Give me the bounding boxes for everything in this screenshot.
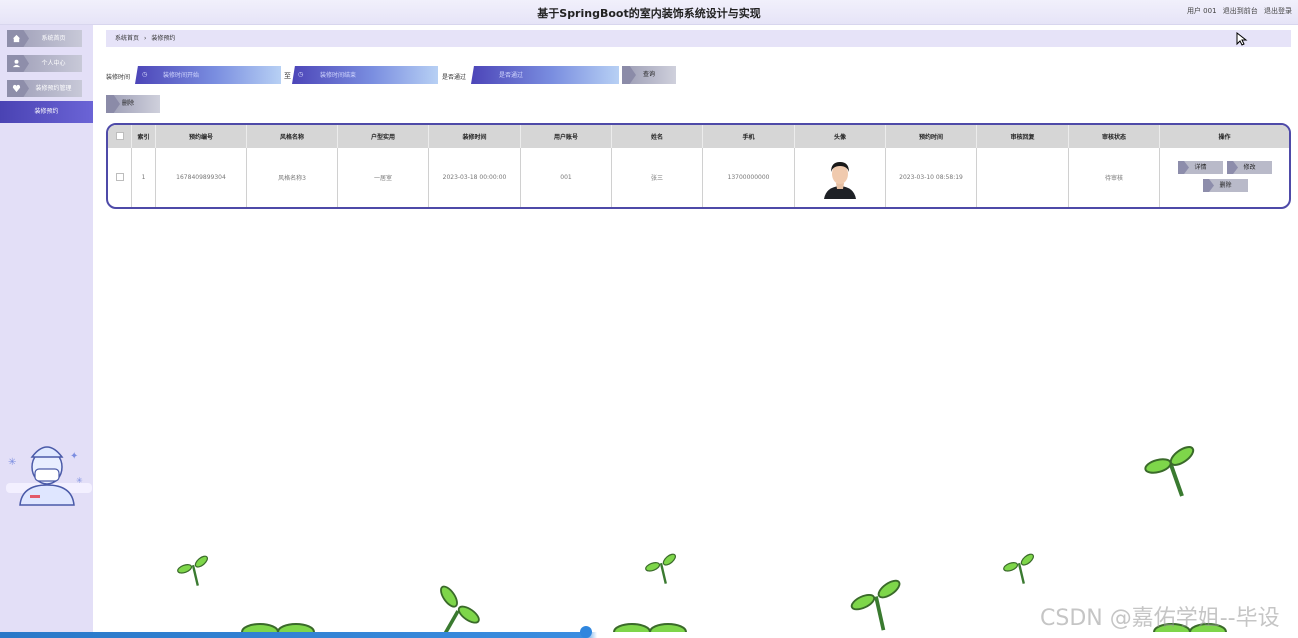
cell-style-name: 风格名称3	[246, 148, 338, 207]
app-title: 基于SpringBoot的室内装饰系统设计与实现	[537, 7, 761, 20]
user-icon	[7, 55, 29, 72]
cell-review-reply	[976, 148, 1069, 207]
row-delete-button[interactable]: 删除	[1203, 179, 1248, 192]
col-header: 手机	[702, 125, 795, 148]
clock-icon: ◷	[298, 71, 304, 78]
sidebar-item-booking[interactable]: 装修预约	[0, 101, 93, 123]
arrow-icon	[622, 66, 636, 84]
row-delete-label: 删除	[1219, 182, 1232, 189]
cell-phone: 13700000000	[702, 148, 795, 207]
cell-renovate-time: 2023-03-18 00:00:00	[428, 148, 521, 207]
edit-button[interactable]: 修改	[1227, 161, 1272, 174]
col-header: 预约时间	[885, 125, 977, 148]
table-row: 1 1678409899304 风格名称3 一居室 2023-03-18 00:…	[108, 148, 1289, 207]
col-header: 风格名称	[246, 125, 338, 148]
arrow-icon	[1178, 161, 1189, 174]
col-header: 用户账号	[520, 125, 612, 148]
date-label: 装修时间	[106, 74, 131, 81]
col-header: 索引	[131, 125, 156, 148]
propeller-decoration	[645, 553, 676, 584]
sidebar-item-label: 个人中心	[41, 60, 66, 67]
booking-table: 索引 预约编号 风格名称 户型实用 装修时间 用户账号 姓名 手机 头像 预约时…	[106, 123, 1291, 209]
cell-name: 张三	[611, 148, 703, 207]
cell-avatar	[794, 148, 886, 207]
breadcrumb: 系统首页 › 装修预约	[106, 30, 1291, 47]
sidebar-item-label: 装修预约管理	[35, 85, 72, 92]
query-button-label: 查询	[642, 71, 655, 78]
bottom-dot	[580, 626, 592, 638]
breadcrumb-home[interactable]: 系统首页	[115, 35, 139, 42]
cell-review-status: 待审核	[1068, 148, 1160, 207]
propeller-decoration	[440, 585, 480, 638]
breadcrumb-separator: ›	[144, 35, 147, 42]
sidebar-item-profile[interactable]: 个人中心	[7, 55, 82, 72]
user-label: 用户 001	[1186, 7, 1217, 15]
cell-actions: 详情 修改 删除	[1160, 148, 1290, 207]
end-date-input[interactable]	[292, 66, 438, 84]
cell-house-type: 一居室	[337, 148, 429, 207]
mouse-cursor-icon	[1236, 32, 1248, 46]
watermark: CSDN @嘉佑学姐--毕设	[1040, 606, 1280, 631]
cell-booking-time: 2023-03-10 08:58:19	[885, 148, 977, 207]
propeller-decoration	[177, 555, 208, 586]
col-header: 审核状态	[1068, 125, 1160, 148]
propeller-decoration	[850, 579, 901, 631]
top-bar: 基于SpringBoot的室内装饰系统设计与实现 用户 001 退出到前台 退出…	[0, 0, 1298, 25]
home-icon	[7, 30, 29, 47]
avatar	[818, 154, 862, 199]
sidebar-item-home[interactable]: 系统首页	[7, 30, 82, 47]
col-header: 操作	[1159, 125, 1289, 148]
cell-index: 1	[131, 148, 156, 207]
select-all-cell[interactable]	[108, 125, 132, 148]
col-header: 装修时间	[428, 125, 521, 148]
arrow-icon	[106, 95, 120, 113]
svg-text:✦: ✦	[70, 451, 78, 462]
detail-button[interactable]: 详情	[1178, 161, 1223, 174]
review-input[interactable]	[471, 66, 619, 84]
bottom-progress-line	[0, 632, 1298, 638]
clock-icon: ◷	[142, 71, 148, 78]
col-header: 姓名	[611, 125, 703, 148]
edit-label: 修改	[1243, 164, 1256, 171]
logout-link[interactable]: 退出登录	[1264, 7, 1292, 15]
select-all-checkbox[interactable]	[115, 131, 124, 140]
col-header: 头像	[794, 125, 886, 148]
heart-icon	[7, 80, 29, 97]
arrow-icon	[1227, 161, 1238, 174]
sidebar: 系统首页 个人中心 装修预约管理 装修预约 ✳ ✦ ✳	[0, 25, 93, 638]
col-header: 预约编号	[155, 125, 247, 148]
col-header: 审核回复	[976, 125, 1069, 148]
mascot-illustration: ✳ ✦ ✳	[6, 446, 92, 506]
row-select-cell[interactable]	[108, 148, 132, 207]
review-label: 是否通过	[442, 74, 467, 81]
delete-button[interactable]: 删除	[106, 95, 160, 113]
sidebar-item-booking-manage[interactable]: 装修预约管理	[7, 80, 82, 97]
col-header: 户型实用	[337, 125, 429, 148]
svg-text:✳: ✳	[8, 457, 16, 468]
propeller-decoration	[1144, 446, 1195, 497]
table-header-row: 索引 预约编号 风格名称 户型实用 装修时间 用户账号 姓名 手机 头像 预约时…	[108, 125, 1289, 148]
row-checkbox[interactable]	[115, 172, 124, 181]
cell-account: 001	[520, 148, 612, 207]
cell-booking-no: 1678409899304	[155, 148, 247, 207]
breadcrumb-current: 装修预约	[151, 35, 176, 42]
delete-button-label: 删除	[121, 100, 134, 107]
user-box: 用户 001 退出到前台 退出登录	[1183, 6, 1292, 16]
back-to-front-link[interactable]: 退出到前台	[1223, 7, 1258, 15]
propeller-decoration	[1003, 553, 1034, 584]
detail-label: 详情	[1194, 164, 1207, 171]
sidebar-item-label: 装修预约	[34, 108, 59, 115]
svg-text:✳: ✳	[76, 476, 83, 485]
arrow-icon	[1203, 179, 1214, 192]
to-label: 至	[284, 72, 291, 80]
sidebar-item-label: 系统首页	[41, 35, 66, 42]
start-date-input[interactable]	[135, 66, 281, 84]
query-button[interactable]: 查询	[622, 66, 676, 84]
